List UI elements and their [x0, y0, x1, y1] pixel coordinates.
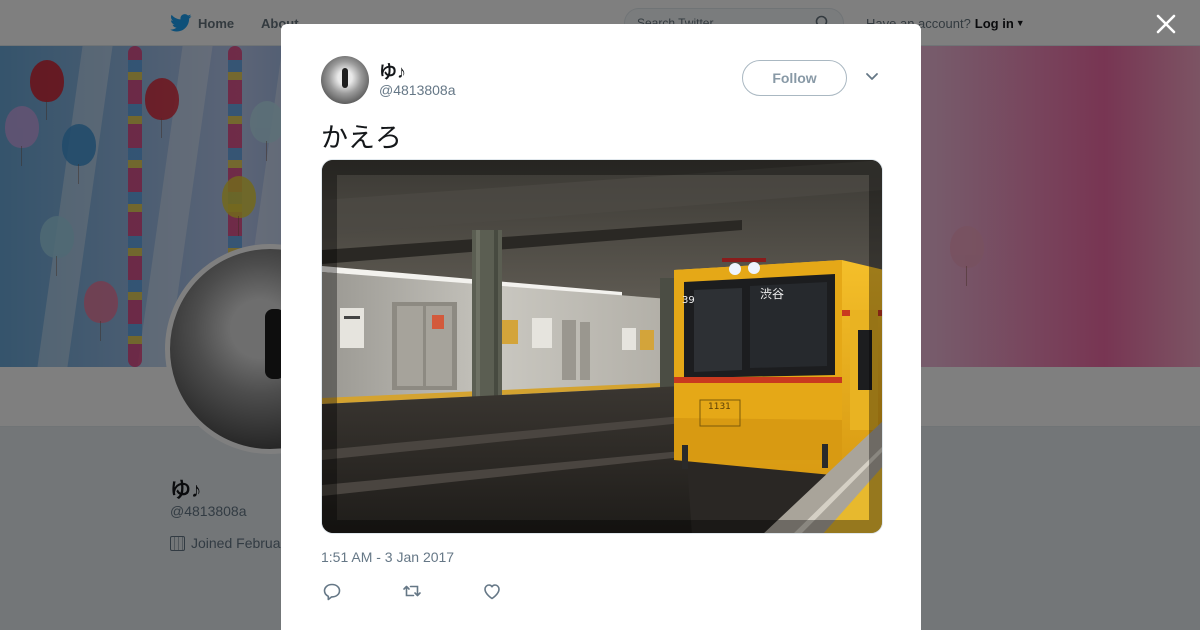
- chevron-down-icon[interactable]: [865, 72, 879, 82]
- tweet-text: かえろ: [321, 123, 402, 154]
- heart-icon[interactable]: [481, 580, 503, 602]
- train-destination-text: 渋谷: [760, 287, 784, 301]
- tweet-author-avatar[interactable]: [321, 56, 369, 104]
- tweet-photo[interactable]: 渋谷 39 1131: [321, 159, 883, 534]
- train-car-number: 1131: [708, 402, 731, 412]
- subway-platform-photo: 渋谷 39 1131: [322, 160, 882, 533]
- tweet-author-handle[interactable]: @4813808a: [379, 82, 456, 98]
- retweet-icon[interactable]: [401, 580, 423, 602]
- tweet-modal: ゆ♪ @4813808a Follow かえろ 渋谷 39 1131 1:51 …: [281, 24, 921, 630]
- close-icon[interactable]: [1151, 9, 1181, 39]
- follow-button[interactable]: Follow: [742, 60, 847, 96]
- tweet-timestamp[interactable]: 1:51 AM - 3 Jan 2017: [321, 549, 454, 565]
- reply-icon[interactable]: [321, 580, 343, 602]
- train-route-number: 39: [682, 295, 695, 306]
- tweet-author-name[interactable]: ゆ♪: [379, 58, 406, 84]
